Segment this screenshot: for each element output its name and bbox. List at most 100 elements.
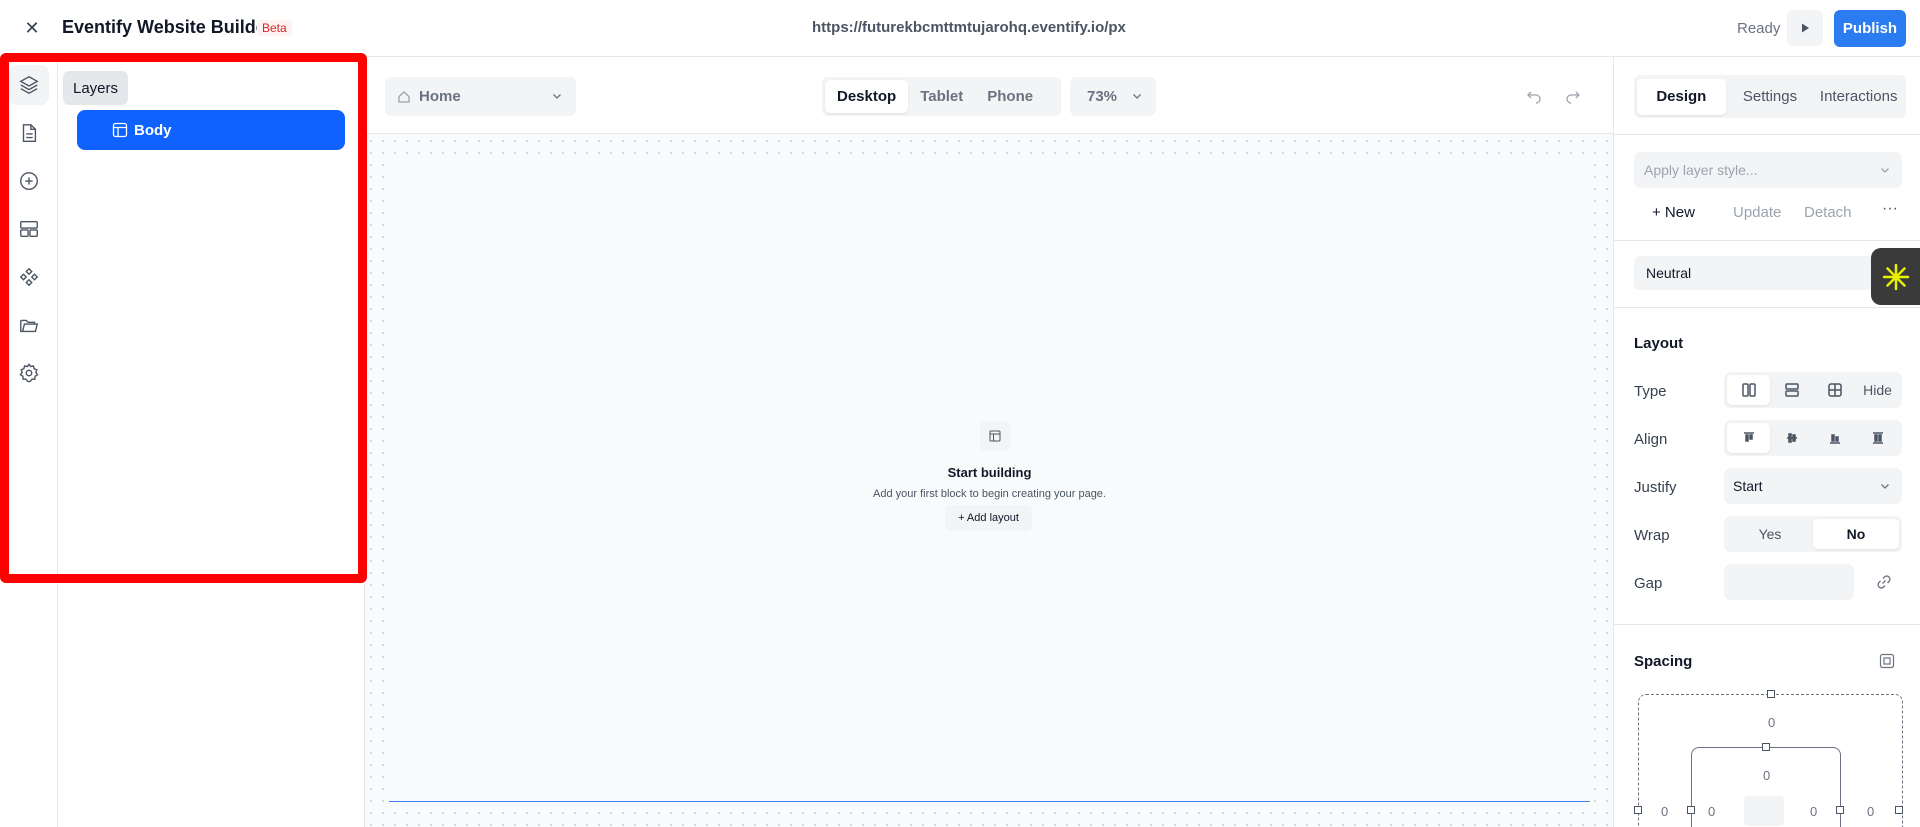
chevron-down-icon xyxy=(1881,168,1889,173)
top-bar: ✕ Eventify Website Builder Beta https://… xyxy=(0,0,1920,57)
wrap-yes[interactable]: Yes xyxy=(1727,519,1813,549)
ai-assistant-button[interactable] xyxy=(1871,248,1920,305)
margin-right-value[interactable]: 0 xyxy=(1867,804,1874,819)
site-url[interactable]: https://futurekbcmttmtujarohq.eventify.i… xyxy=(812,19,1126,36)
empty-state-title: Start building xyxy=(947,465,1032,480)
layer-item-body[interactable]: Body xyxy=(77,110,345,150)
align-bottom[interactable] xyxy=(1813,423,1856,453)
padding-right-value[interactable]: 0 xyxy=(1810,804,1817,819)
rail-settings-button[interactable] xyxy=(9,353,49,393)
rail-assets-button[interactable] xyxy=(9,305,49,345)
beta-badge: Beta xyxy=(257,20,292,36)
tab-interactions[interactable]: Interactions xyxy=(1814,79,1903,115)
wrap-control: Yes No xyxy=(1724,516,1902,552)
folder-icon xyxy=(20,319,39,333)
new-style-button[interactable]: + New xyxy=(1652,204,1695,221)
layer-label: Body xyxy=(134,121,172,139)
zoom-select[interactable]: 73% xyxy=(1070,77,1156,116)
align-bottom-icon xyxy=(1829,434,1840,444)
layout-type-control: Hide xyxy=(1724,372,1902,408)
publish-button[interactable]: Publish xyxy=(1834,10,1906,47)
zoom-value: 73% xyxy=(1087,88,1118,105)
align-stretch[interactable] xyxy=(1856,423,1899,453)
layout-type-grid[interactable] xyxy=(1813,375,1856,405)
app-title: Eventify Website Builder xyxy=(62,17,273,37)
align-stretch-icon xyxy=(1872,432,1883,444)
padding-left-value[interactable]: 0 xyxy=(1708,804,1715,819)
grid-icon xyxy=(1827,383,1842,397)
align-center[interactable] xyxy=(1770,423,1813,453)
status-text: Ready xyxy=(1737,20,1781,37)
layout-type-columns[interactable] xyxy=(1727,375,1770,405)
gap-label: Gap xyxy=(1634,575,1663,592)
detach-style-button[interactable]: Detach xyxy=(1804,204,1852,221)
layer-style-placeholder: Apply layer style... xyxy=(1644,162,1758,178)
redo-icon[interactable] xyxy=(1565,88,1581,104)
gap-input[interactable] xyxy=(1724,564,1854,600)
page-select[interactable]: Home xyxy=(385,77,576,116)
icon-rail xyxy=(0,57,58,827)
align-top-icon xyxy=(1743,432,1754,442)
divider xyxy=(1614,624,1920,625)
padding-left-handle[interactable] xyxy=(1687,806,1695,814)
empty-state-icon xyxy=(980,421,1010,451)
margin-top-value[interactable]: 0 xyxy=(1768,715,1775,730)
padding-right-handle[interactable] xyxy=(1836,806,1844,814)
margin-box: 0 0 0 0 0 0 xyxy=(1634,690,1903,827)
layout-icon xyxy=(20,220,38,238)
margin-left-handle[interactable] xyxy=(1634,806,1642,814)
add-layout-button[interactable]: + Add layout xyxy=(945,505,1032,531)
layer-style-select[interactable]: Apply layer style... xyxy=(1634,152,1902,188)
rail-components-button[interactable] xyxy=(9,257,49,297)
margin-top-handle[interactable] xyxy=(1767,690,1775,698)
justify-value: Start xyxy=(1733,478,1763,494)
undo-icon[interactable] xyxy=(1526,88,1542,104)
justify-select[interactable]: Start xyxy=(1724,468,1902,504)
rail-add-button[interactable] xyxy=(9,161,49,201)
spacing-expand-icon[interactable] xyxy=(1879,653,1895,669)
layers-panel: Body xyxy=(58,57,365,827)
inspector-tabs: Design Settings Interactions xyxy=(1634,75,1906,118)
padding-top-value[interactable]: 0 xyxy=(1763,768,1770,783)
sparkle-icon xyxy=(1882,263,1909,290)
margin-right-handle[interactable] xyxy=(1895,806,1903,814)
more-options-button[interactable]: ··· xyxy=(1882,200,1898,218)
wrap-label: Wrap xyxy=(1634,527,1670,544)
rail-layouts-button[interactable] xyxy=(9,209,49,249)
device-tab-desktop[interactable]: Desktop xyxy=(825,80,909,113)
update-style-button[interactable]: Update xyxy=(1733,204,1781,221)
rail-tooltip: Layers xyxy=(63,71,129,105)
type-label: Type xyxy=(1634,383,1667,400)
device-switcher: Desktop Tablet Phone xyxy=(822,77,1061,116)
rail-layers-button[interactable] xyxy=(9,65,49,105)
home-icon xyxy=(398,90,410,103)
tab-design[interactable]: Design xyxy=(1637,78,1726,115)
preview-button[interactable] xyxy=(1787,10,1823,46)
add-icon xyxy=(20,172,38,190)
theme-select[interactable]: Neutral xyxy=(1634,256,1902,290)
play-icon xyxy=(1802,23,1809,33)
rows-icon xyxy=(1784,383,1799,397)
layout-icon xyxy=(112,122,128,138)
page-select-value: Home xyxy=(419,88,461,105)
columns-icon xyxy=(1741,383,1756,397)
empty-state-subtitle: Add your first block to begin creating y… xyxy=(873,488,1106,500)
chevron-down-icon xyxy=(1881,484,1889,489)
page-frame[interactable]: Start building Add your first block to b… xyxy=(389,159,1590,802)
device-tab-tablet[interactable]: Tablet xyxy=(908,80,975,113)
padding-top-handle[interactable] xyxy=(1762,743,1770,751)
layout-type-rows[interactable] xyxy=(1770,375,1813,405)
align-top[interactable] xyxy=(1727,423,1770,453)
layout-type-hide[interactable]: Hide xyxy=(1856,375,1899,405)
settings-icon xyxy=(19,363,39,383)
margin-left-value[interactable]: 0 xyxy=(1661,804,1668,819)
inspector-panel: Design Settings Interactions Apply layer… xyxy=(1613,57,1920,827)
rail-pages-button[interactable] xyxy=(9,113,49,153)
tab-settings[interactable]: Settings xyxy=(1726,79,1815,115)
wrap-no[interactable]: No xyxy=(1813,519,1899,549)
align-center-icon xyxy=(1786,433,1797,443)
divider xyxy=(1614,307,1920,308)
link-icon[interactable] xyxy=(1876,574,1892,590)
device-tab-phone[interactable]: Phone xyxy=(975,80,1045,113)
close-icon[interactable]: ✕ xyxy=(20,16,44,40)
